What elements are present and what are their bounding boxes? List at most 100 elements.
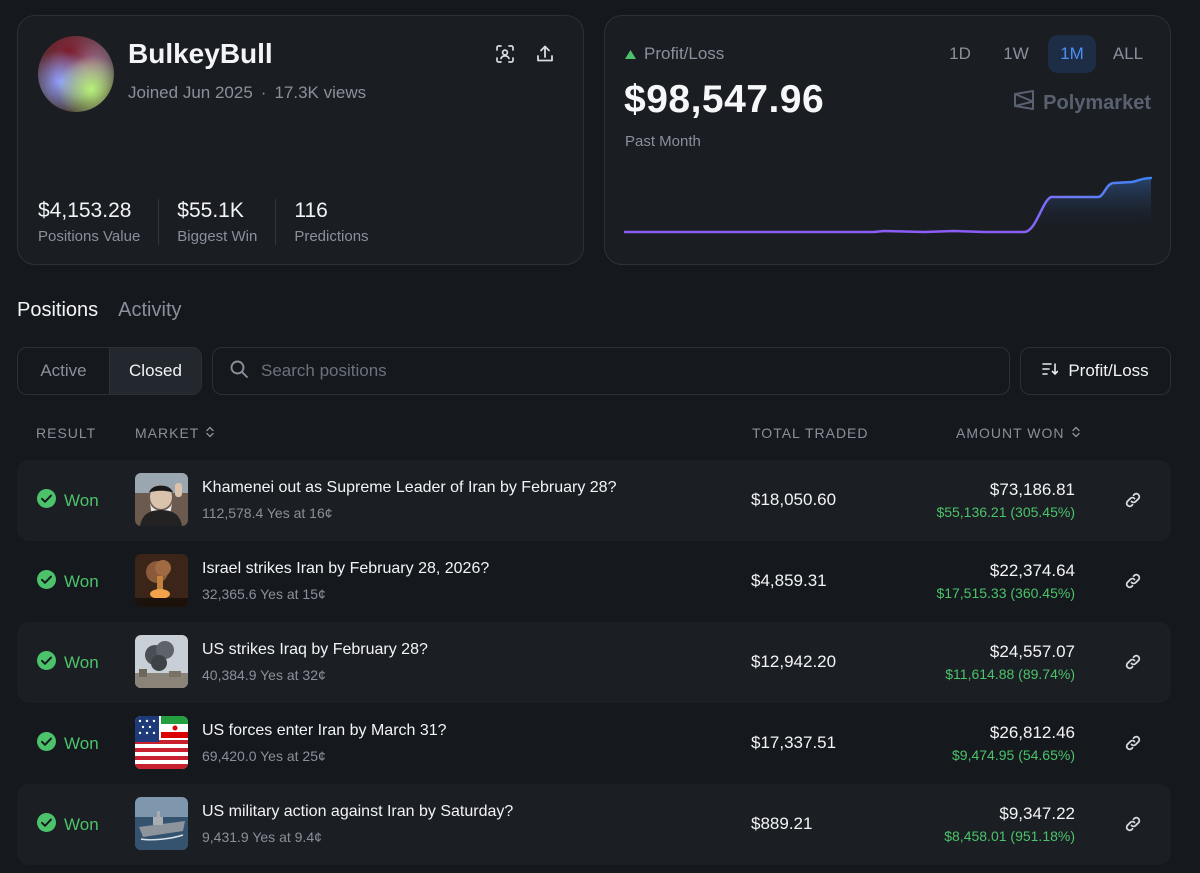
- market-title[interactable]: Israel strikes Iran by February 28, 2026…: [202, 560, 489, 578]
- view-count: 17.3K views: [274, 83, 367, 102]
- check-circle-icon: [37, 813, 56, 837]
- tab-positions[interactable]: Positions: [17, 299, 98, 322]
- table-row[interactable]: Won US forces enter Iran by March 31? 69…: [17, 703, 1171, 784]
- check-circle-icon: [37, 651, 56, 675]
- sort-icon: [1042, 361, 1059, 381]
- stat-value: 116: [294, 199, 328, 222]
- table-row[interactable]: Won US military action against Iran by S…: [17, 784, 1171, 865]
- market-subtitle: 69,420.0 Yes at 25¢: [202, 748, 326, 764]
- link-icon[interactable]: [1123, 652, 1143, 672]
- profile-card: BulkeyBull Joined Jun 2025 · 17.3K views $…: [17, 15, 584, 265]
- profit-amount: $8,458.01 (951.18%): [944, 828, 1075, 844]
- stat-biggest-win: $55.1K Biggest Win: [177, 199, 277, 245]
- up-triangle-icon: [625, 44, 636, 64]
- meta-separator: ·: [260, 83, 267, 102]
- stat-value: $4,153.28: [38, 199, 132, 222]
- stat-label: Predictions: [294, 228, 369, 245]
- total-traded: $4,859.31: [751, 571, 827, 590]
- market-title[interactable]: US strikes Iraq by February 28?: [202, 641, 428, 659]
- amount-won: $22,374.64: [989, 561, 1075, 580]
- pnl-label: Profit/Loss: [644, 44, 725, 63]
- stat-label: Positions Value: [38, 228, 141, 245]
- link-icon[interactable]: [1123, 814, 1143, 834]
- polymarket-logo-icon: [1013, 90, 1035, 116]
- table-row[interactable]: Won US strikes Iraq by February 28? 40,3…: [17, 622, 1171, 703]
- pnl-period: Past Month: [625, 133, 701, 150]
- amount-won: $73,186.81: [989, 480, 1075, 499]
- range-1d[interactable]: 1D: [936, 35, 984, 73]
- main-tabs: Positions Activity: [17, 299, 182, 322]
- stat-value: $55.1K: [177, 199, 244, 222]
- sort-label: Profit/Loss: [1068, 361, 1149, 380]
- pnl-area: [1028, 178, 1151, 234]
- result-label: Won: [64, 653, 99, 672]
- result-cell: Won: [37, 570, 99, 594]
- market-thumbnail: [135, 473, 188, 526]
- sort-button[interactable]: Profit/Loss: [1020, 347, 1171, 395]
- market-title[interactable]: Khamenei out as Supreme Leader of Iran b…: [202, 479, 616, 497]
- header-result: RESULT: [36, 425, 96, 441]
- pnl-value: $98,547.96: [624, 78, 825, 121]
- check-circle-icon: [37, 732, 56, 756]
- amount-won: $9,347.22: [999, 804, 1075, 823]
- pnl-header: Profit/Loss: [625, 44, 724, 64]
- scan-icon[interactable]: [492, 41, 518, 67]
- link-icon[interactable]: [1123, 490, 1143, 510]
- market-thumbnail: [135, 797, 188, 850]
- total-traded: $17,337.51: [751, 733, 837, 752]
- market-thumbnail: [135, 716, 188, 769]
- avatar: [38, 36, 114, 112]
- result-cell: Won: [37, 732, 99, 756]
- stat-positions-value: $4,153.28 Positions Value: [38, 199, 160, 245]
- segment-active[interactable]: Active: [18, 348, 109, 394]
- total-traded: $889.21: [751, 814, 813, 833]
- header-total-traded: TOTAL TRADED: [752, 425, 869, 441]
- link-icon[interactable]: [1123, 571, 1143, 591]
- result-label: Won: [64, 572, 99, 591]
- profit-amount: $11,614.88 (89.74%): [945, 666, 1075, 682]
- header-label: MARKET: [135, 425, 200, 441]
- result-cell: Won: [37, 489, 99, 513]
- market-title[interactable]: US military action against Iran by Satur…: [202, 803, 513, 821]
- table-row[interactable]: Won Israel strikes Iran by February 28, …: [17, 541, 1171, 622]
- polymarket-brand: Polymarket: [1013, 90, 1151, 116]
- username: BulkeyBull: [128, 38, 273, 69]
- result-label: Won: [64, 815, 99, 834]
- share-icon[interactable]: [532, 41, 558, 67]
- tab-activity[interactable]: Activity: [118, 299, 181, 322]
- market-title[interactable]: US forces enter Iran by March 31?: [202, 722, 447, 740]
- profit-amount: $55,136.21 (305.45%): [936, 504, 1075, 520]
- header-amount-won[interactable]: AMOUNT WON: [956, 425, 1081, 441]
- sort-chevrons-icon: [1071, 425, 1081, 441]
- check-circle-icon: [37, 489, 56, 513]
- range-1m[interactable]: 1M: [1048, 35, 1096, 73]
- market-subtitle: 112,578.4 Yes at 16¢: [202, 505, 333, 521]
- range-1w[interactable]: 1W: [992, 35, 1040, 73]
- pnl-card: Profit/Loss $98,547.96 Past Month 1D 1W …: [604, 15, 1171, 265]
- result-cell: Won: [37, 813, 99, 837]
- status-segment: Active Closed: [17, 347, 202, 395]
- range-all[interactable]: ALL: [1104, 35, 1152, 73]
- header-market[interactable]: MARKET: [135, 425, 215, 441]
- total-traded: $12,942.20: [751, 652, 837, 671]
- header-label: TOTAL TRADED: [752, 425, 869, 441]
- search-box: [212, 347, 1010, 395]
- profile-meta: Joined Jun 2025 · 17.3K views: [128, 83, 366, 103]
- sort-chevrons-icon: [205, 425, 215, 441]
- result-label: Won: [64, 734, 99, 753]
- check-circle-icon: [37, 570, 56, 594]
- amount-won: $24,557.07: [989, 642, 1075, 661]
- result-label: Won: [64, 491, 99, 510]
- total-traded: $18,050.60: [751, 490, 837, 509]
- brand-name: Polymarket: [1043, 91, 1151, 114]
- header-label: RESULT: [36, 425, 97, 441]
- profile-stats: $4,153.28 Positions Value $55.1K Biggest…: [38, 199, 405, 245]
- segment-closed[interactable]: Closed: [109, 348, 201, 394]
- range-selector: 1D 1W 1M ALL: [936, 35, 1152, 73]
- joined-date: Joined Jun 2025: [128, 83, 253, 102]
- link-icon[interactable]: [1123, 733, 1143, 753]
- profit-amount: $9,474.95 (54.65%): [952, 747, 1075, 763]
- search-input[interactable]: [261, 361, 961, 381]
- table-row[interactable]: Won Khamenei out as Supreme Leader of Ir…: [17, 460, 1171, 541]
- market-thumbnail: [135, 554, 188, 607]
